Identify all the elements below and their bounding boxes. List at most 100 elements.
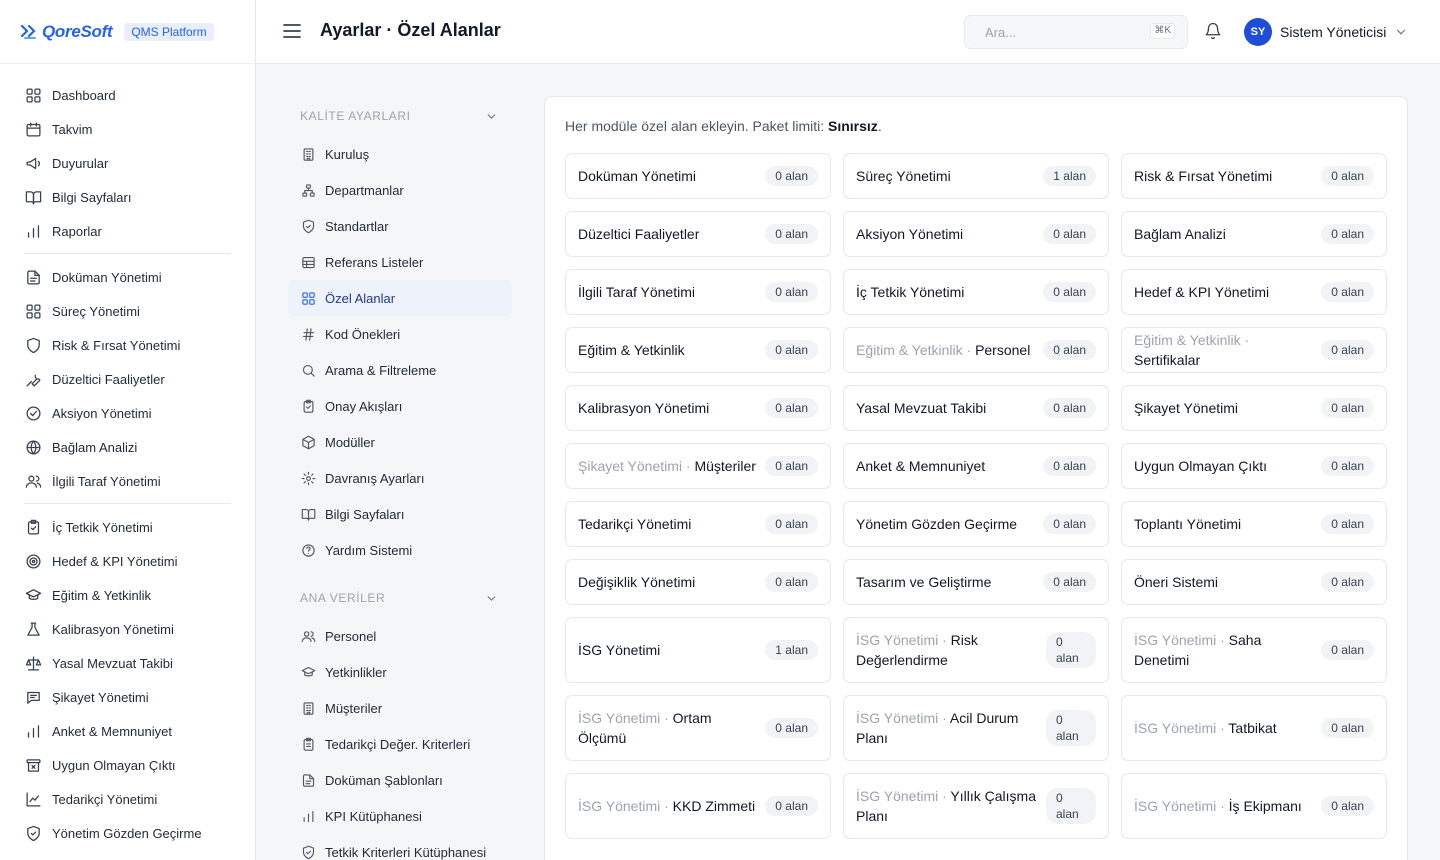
nav-item-kalibrasyon-yonetimi[interactable]: Kalibrasyon Yönetimi (24, 612, 231, 646)
module-card[interactable]: İSG Yönetimi · Risk Değerlendirme 0 alan (843, 617, 1109, 683)
nav-item-duyurular[interactable]: Duyurular (24, 146, 231, 180)
module-card[interactable]: Eğitim & Yetkinlik · Sertifikalar 0 alan (1121, 327, 1387, 373)
module-card[interactable]: Anket & Memnuniyet 0 alan (843, 443, 1109, 489)
settings-item-kpi-kutuphanesi[interactable]: KPI Kütüphanesi (288, 798, 512, 834)
module-card[interactable]: İSG Yönetimi · Tatbikat 0 alan (1121, 695, 1387, 761)
module-card[interactable]: İSG Yönetimi · KKD Zimmeti 0 alan (565, 773, 831, 839)
module-card[interactable]: Yönetim Gözden Geçirme 0 alan (843, 501, 1109, 547)
module-card[interactable]: İSG Yönetimi 1 alan (565, 617, 831, 683)
settings-item-referans-listeler[interactable]: Referans Listeler (288, 244, 512, 280)
module-card[interactable]: Tedarikçi Yönetimi 0 alan (565, 501, 831, 547)
nav-item-uygun-olmayan-cikti[interactable]: Uygun Olmayan Çıktı (24, 748, 231, 782)
settings-item-yetkinlikler[interactable]: Yetkinlikler (288, 654, 512, 690)
settings-item-label: Referans Listeler (325, 254, 424, 270)
nav-icon-wrap (24, 268, 42, 286)
brand-logo[interactable]: QoreSoft (19, 22, 113, 42)
module-card[interactable]: Doküman Yönetimi 0 alan (565, 153, 831, 199)
nav-item-ic-tetkik-yonetimi[interactable]: İç Tetkik Yönetimi (24, 510, 231, 544)
settings-icon-wrap (300, 470, 316, 486)
module-card[interactable]: İSG Yönetimi · Acil Durum Planı 0 alan (843, 695, 1109, 761)
settings-item-kurulus[interactable]: Kuruluş (288, 136, 512, 172)
module-title: Kalibrasyon Yönetimi (578, 400, 710, 416)
nav-item-takvim[interactable]: Takvim (24, 112, 231, 146)
module-card[interactable]: Şikayet Yönetimi · Müşteriler 0 alan (565, 443, 831, 489)
module-card[interactable]: Toplantı Yönetimi 0 alan (1121, 501, 1387, 547)
nav-item-baglam-analizi[interactable]: Bağlam Analizi (24, 430, 231, 464)
nav-item-bilgi-sayfalari[interactable]: Bilgi Sayfaları (24, 180, 231, 214)
module-card[interactable]: İSG Yönetimi · Ortam Ölçümü 0 alan (565, 695, 831, 761)
module-card[interactable]: Eğitim & Yetkinlik 0 alan (565, 327, 831, 373)
nav-item-yonetim-gozden-gecirme[interactable]: Yönetim Gözden Geçirme (24, 816, 231, 850)
field-count-badge: 0 alan (1043, 340, 1096, 360)
nav-item-dokuman-yonetimi[interactable]: Doküman Yönetimi (24, 260, 231, 294)
nav-item-anket-memnuniyet[interactable]: Anket & Memnuniyet (24, 714, 231, 748)
user-name: Sistem Yöneticisi (1280, 24, 1387, 40)
nav-item-risk-firsat-yonetimi[interactable]: Risk & Fırsat Yönetimi (24, 328, 231, 362)
search-input[interactable] (965, 24, 1135, 40)
module-title: İç Tetkik Yönetimi (856, 284, 965, 300)
settings-item-kod-onekleri[interactable]: Kod Önekleri (288, 316, 512, 352)
nav-item-egitim-yetkinlik[interactable]: Eğitim & Yetkinlik (24, 578, 231, 612)
settings-icon-wrap (300, 398, 316, 414)
module-card[interactable]: Risk & Fırsat Yönetimi 0 alan (1121, 153, 1387, 199)
nav-item-dashboard[interactable]: Dashboard (24, 78, 231, 112)
settings-group-kalite-ayarlari[interactable]: KALİTE AYARLARI (288, 96, 512, 136)
settings-item-bilgi-sayfalari[interactable]: Bilgi Sayfaları (288, 496, 512, 532)
module-card[interactable]: Bağlam Analizi 0 alan (1121, 211, 1387, 257)
module-card[interactable]: İSG Yönetimi · Saha Denetimi 0 alan (1121, 617, 1387, 683)
nav-item-duzeltici-faaliyetler[interactable]: Düzeltici Faaliyetler (24, 362, 231, 396)
nav-item-surec-yonetimi[interactable]: Süreç Yönetimi (24, 294, 231, 328)
module-card[interactable]: Şikayet Yönetimi 0 alan (1121, 385, 1387, 431)
notifications-button[interactable] (1204, 22, 1222, 40)
module-card[interactable]: Tasarım ve Geliştirme 0 alan (843, 559, 1109, 605)
module-title: Bağlam Analizi (1134, 226, 1226, 242)
settings-group-ana-veriler[interactable]: ANA VERİLER (288, 578, 512, 618)
module-card[interactable]: İlgili Taraf Yönetimi 0 alan (565, 269, 831, 315)
settings-item-departmanlar[interactable]: Departmanlar (288, 172, 512, 208)
module-name: İSG Yönetimi · İş Ekipmanı (1134, 796, 1302, 816)
module-card[interactable]: İSG Yönetimi · İş Ekipmanı 0 alan (1121, 773, 1387, 839)
module-card[interactable]: İç Tetkik Yönetimi 0 alan (843, 269, 1109, 315)
module-name: Uygun Olmayan Çıktı (1134, 456, 1267, 476)
search-box[interactable]: ⌘K (964, 15, 1188, 49)
nav-item-tedarikci-yonetimi[interactable]: Tedarikçi Yönetimi (24, 782, 231, 816)
settings-item-ozel-alanlar[interactable]: Özel Alanlar (288, 280, 512, 316)
module-card[interactable]: Eğitim & Yetkinlik · Personel 0 alan (843, 327, 1109, 373)
menu-toggle-button[interactable] (282, 22, 302, 40)
module-card[interactable]: İSG Yönetimi · Yıllık Çalışma Planı 0 ala… (843, 773, 1109, 839)
module-card[interactable]: Düzeltici Faaliyetler 0 alan (565, 211, 831, 257)
nav-item-aksiyon-yonetimi[interactable]: Aksiyon Yönetimi (24, 396, 231, 430)
settings-item-moduller[interactable]: Modüller (288, 424, 512, 460)
nav-item-ilgili-taraf-yonetimi[interactable]: İlgili Taraf Yönetimi (24, 464, 231, 498)
user-menu[interactable]: SY Sistem Yöneticisi (1244, 18, 1408, 46)
module-card[interactable]: Süreç Yönetimi 1 alan (843, 153, 1109, 199)
settings-item-label: Tetkik Kriterleri Kütüphanesi (325, 844, 487, 860)
settings-item-tedarikci-deger-kriterleri[interactable]: Tedarikçi Değer. Kriterleri (288, 726, 512, 762)
field-count-badge: 0 alan (765, 340, 818, 360)
module-card[interactable]: Uygun Olmayan Çıktı 0 alan (1121, 443, 1387, 489)
settings-item-arama-filtreleme[interactable]: Arama & Filtreleme (288, 352, 512, 388)
calendar-icon (25, 121, 41, 137)
settings-item-yardim-sistemi[interactable]: Yardım Sistemi (288, 532, 512, 568)
module-card[interactable]: Değişiklik Yönetimi 0 alan (565, 559, 831, 605)
module-card[interactable]: Aksiyon Yönetimi 0 alan (843, 211, 1109, 257)
settings-item-onay-akislari[interactable]: Onay Akışları (288, 388, 512, 424)
settings-icon-wrap (300, 772, 316, 788)
settings-icon-wrap (300, 808, 316, 824)
settings-item-personel[interactable]: Personel (288, 618, 512, 654)
nav-item-raporlar[interactable]: Raporlar (24, 214, 231, 248)
settings-item-dokuman-sablonlari[interactable]: Doküman Şablonları (288, 762, 512, 798)
settings-item-label: Doküman Şablonları (325, 772, 443, 788)
nav-item-yasal-mevzuat-takibi[interactable]: Yasal Mevzuat Takibi (24, 646, 231, 680)
module-card[interactable]: Yasal Mevzuat Takibi 0 alan (843, 385, 1109, 431)
settings-item-davranis-ayarlari[interactable]: Davranış Ayarları (288, 460, 512, 496)
nav-item-hedef-kpi-yonetimi[interactable]: Hedef & KPI Yönetimi (24, 544, 231, 578)
settings-item-standartlar[interactable]: Standartlar (288, 208, 512, 244)
module-card[interactable]: Öneri Sistemi 0 alan (1121, 559, 1387, 605)
main-sidebar: QoreSoft QMS Platform Dashboard Takvim Duy… (0, 0, 256, 860)
settings-item-tetkik-kriterleri-kutuphanesi[interactable]: Tetkik Kriterleri Kütüphanesi (288, 834, 512, 860)
module-card[interactable]: Hedef & KPI Yönetimi 0 alan (1121, 269, 1387, 315)
settings-item-musteriler[interactable]: Müşteriler (288, 690, 512, 726)
nav-item-sikayet-yonetimi[interactable]: Şikayet Yönetimi (24, 680, 231, 714)
module-card[interactable]: Kalibrasyon Yönetimi 0 alan (565, 385, 831, 431)
